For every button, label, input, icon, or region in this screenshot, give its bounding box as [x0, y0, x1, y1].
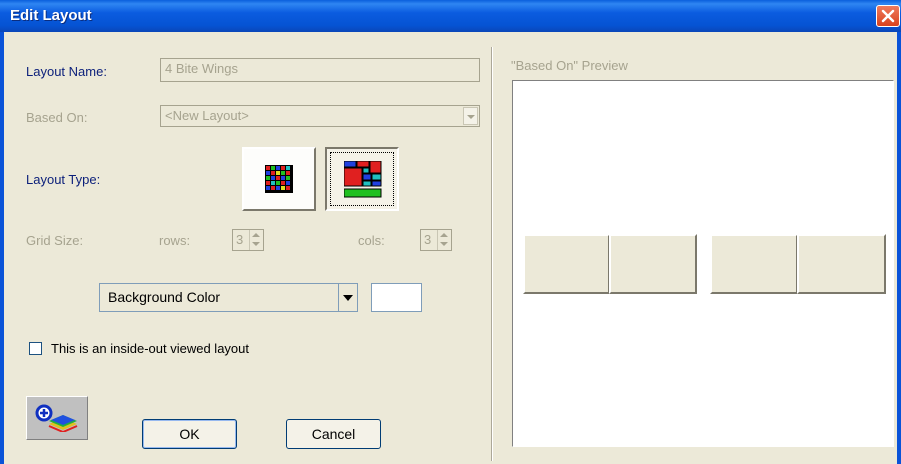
layout-name-field[interactable]: 4 Bite Wings [160, 58, 480, 82]
window-border-left [0, 32, 4, 464]
cancel-button[interactable]: Cancel [286, 419, 381, 449]
edit-layout-dialog: Edit Layout Layout Name: 4 Bite Wings Ba… [0, 0, 901, 464]
inside-out-checkbox[interactable] [29, 342, 42, 355]
preview-cell-4 [797, 234, 886, 294]
panel-divider [491, 47, 493, 461]
grid-size-label: Grid Size: [26, 233, 84, 248]
layout-type-label: Layout Type: [26, 172, 101, 187]
rows-label: rows: [159, 233, 191, 248]
cols-label: cols: [358, 233, 385, 248]
grid-layout-icon [265, 165, 293, 193]
preview-cell-3 [710, 234, 798, 294]
cols-value: 3 [424, 232, 432, 247]
preview-cell-1 [523, 234, 610, 294]
add-layout-button[interactable] [26, 396, 88, 440]
background-color-swatch[interactable] [371, 283, 422, 312]
custom-layout-icon [344, 161, 382, 198]
cols-stepper[interactable]: 3 [420, 229, 452, 251]
rows-stepper[interactable]: 3 [232, 229, 264, 251]
rows-spin-arrows-icon[interactable] [249, 230, 263, 250]
close-button[interactable] [876, 5, 900, 27]
preview-cell-2 [609, 234, 697, 294]
window-title: Edit Layout [10, 7, 92, 24]
close-icon [881, 9, 895, 23]
based-on-preview-panel [512, 80, 894, 447]
layout-name-label: Layout Name: [26, 64, 107, 79]
chevron-down-icon[interactable] [338, 284, 357, 311]
based-on-dropdown[interactable]: <New Layout> [160, 105, 480, 127]
title-bar[interactable]: Edit Layout [0, 0, 901, 32]
chevron-down-icon[interactable] [463, 107, 478, 125]
add-layout-icon [35, 404, 78, 432]
background-color-label: Background Color [108, 289, 221, 305]
window-border-right [897, 32, 901, 464]
inside-out-label[interactable]: This is an inside-out viewed layout [51, 341, 249, 356]
preview-label: "Based On" Preview [511, 58, 628, 73]
grid-layout-button[interactable] [242, 147, 316, 211]
based-on-value: <New Layout> [165, 108, 249, 123]
custom-layout-button[interactable] [325, 147, 399, 211]
rows-value: 3 [236, 232, 244, 247]
background-color-dropdown[interactable]: Background Color [99, 283, 358, 312]
based-on-label: Based On: [26, 110, 88, 125]
ok-button[interactable]: OK [142, 419, 237, 449]
cols-spin-arrows-icon[interactable] [437, 230, 451, 250]
